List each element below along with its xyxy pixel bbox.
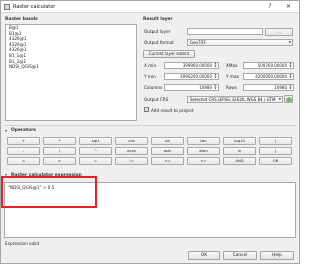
op-greater-equal-button[interactable]: >= — [187, 157, 220, 165]
op-sqrt-button[interactable]: sqrt — [79, 137, 112, 145]
columns-value: 10980 — [199, 84, 212, 90]
output-layer-label: Output layer — [144, 29, 171, 34]
op-equal-button[interactable]: = — [79, 157, 112, 165]
op-less-button[interactable]: < — [7, 157, 40, 165]
title-bar: Raster calculator ? ✕ — [1, 1, 299, 13]
highlight-annotation — [1, 176, 97, 208]
globe-icon — [285, 96, 292, 102]
list-item[interactable]: NDSI_QGIS@1 — [6, 64, 136, 70]
close-button[interactable]: ✕ — [280, 2, 297, 11]
separator — [4, 125, 296, 126]
op-close-paren-button[interactable]: ) — [259, 147, 292, 155]
op-open-paren-button[interactable]: ( — [259, 137, 292, 145]
output-crs-select[interactable]: Selected CRS (EPSG:32630, WGS 84 / UTM ▼ — [187, 95, 283, 103]
operators-title: Operators — [11, 128, 36, 133]
add-result-label: Add result to project — [151, 107, 194, 113]
chevron-down-icon: ▼ — [288, 39, 291, 44]
op-atan-button[interactable]: atan — [187, 147, 220, 155]
op-log10-button[interactable]: log10 — [223, 137, 256, 145]
op-minus-button[interactable]: - — [7, 147, 40, 155]
op-not-equal-button[interactable]: != — [115, 157, 148, 165]
ymin-label: Y min — [144, 74, 156, 79]
output-crs-value: Selected CRS (EPSG:32630, WGS 84 / UTM — [190, 96, 276, 102]
raster-calculator-window: Raster calculator ? ✕ Raster bands B@1 B… — [0, 0, 300, 264]
browse-button[interactable]: ... — [265, 27, 293, 36]
op-ln-button[interactable]: ln — [223, 147, 256, 155]
op-sin-button[interactable]: sin — [151, 137, 184, 145]
expression-status: Expression valid — [5, 241, 40, 246]
op-greater-button[interactable]: > — [43, 157, 76, 165]
collapse-icon[interactable]: ▾ — [5, 128, 7, 133]
cancel-button[interactable]: Cancel — [223, 251, 257, 260]
crs-select-button[interactable] — [284, 95, 293, 103]
spinner-icon[interactable]: ▲ ▼ — [214, 74, 218, 79]
rows-field[interactable]: 10980 ▲ ▼ — [243, 83, 294, 91]
xmax-value: 509760.00000 — [257, 62, 287, 68]
output-format-select[interactable]: GeoTIFF ▼ — [187, 38, 293, 46]
raster-bands-list[interactable]: B@1 B1@1 4326@1 4326@1 4326@1 B1_1@1 B1_… — [5, 24, 137, 121]
ymax-label: Y max — [226, 74, 240, 79]
op-less-equal-button[interactable]: <= — [151, 157, 184, 165]
raster-bands-title: Raster bands — [5, 17, 38, 22]
columns-label: Columns — [144, 85, 163, 90]
op-cos-button[interactable]: cos — [115, 137, 148, 145]
current-layer-extent-button[interactable]: Current layer extent — [143, 50, 195, 58]
spinner-icon[interactable]: ▲ ▼ — [214, 63, 218, 68]
spinner-icon[interactable]: ▲ ▼ — [289, 85, 293, 90]
op-asin-button[interactable]: asin — [151, 147, 184, 155]
help-button[interactable]: Help — [260, 251, 294, 260]
add-result-checkbox[interactable]: ✓ — [144, 107, 149, 112]
xmin-label: X min — [144, 63, 157, 68]
op-multiply-button[interactable]: * — [43, 137, 76, 145]
ymin-field[interactable]: 4090200.00000 ▲ ▼ — [164, 72, 219, 80]
xmin-value: 399960.00000 — [182, 62, 212, 68]
op-tan-button[interactable]: tan — [187, 137, 220, 145]
rows-label: Rows — [226, 85, 237, 90]
chevron-down-icon: ▼ — [278, 96, 281, 101]
ymin-value: 4090200.00000 — [180, 73, 212, 79]
rows-value: 10980 — [274, 84, 287, 90]
columns-field[interactable]: 10980 ▲ ▼ — [164, 83, 219, 91]
spinner-icon[interactable]: ▲ ▼ — [289, 63, 293, 68]
op-plus-button[interactable]: + — [7, 137, 40, 145]
result-layer-title: Result layer — [143, 17, 173, 22]
ymax-value: 4200000.00000 — [255, 73, 287, 79]
op-and-button[interactable]: AND — [223, 157, 256, 165]
ok-button[interactable]: OK — [188, 251, 220, 260]
output-crs-label: Output CRS — [144, 97, 169, 102]
op-power-button[interactable]: ^ — [79, 147, 112, 155]
output-layer-field[interactable] — [187, 28, 263, 35]
output-format-label: Output format — [144, 40, 174, 45]
spinner-icon[interactable]: ▲ ▼ — [289, 74, 293, 79]
xmax-field[interactable]: 509760.00000 ▲ ▼ — [243, 61, 294, 69]
ymax-field[interactable]: 4200000.00000 ▲ ▼ — [243, 72, 294, 80]
window-title: Raster calculator — [13, 4, 56, 10]
help-title-button[interactable]: ? — [263, 2, 277, 11]
op-acos-button[interactable]: acos — [115, 147, 148, 155]
app-icon — [4, 4, 10, 10]
op-divide-button[interactable]: / — [43, 147, 76, 155]
op-or-button[interactable]: OR — [259, 157, 292, 165]
xmax-label: XMax — [226, 63, 238, 68]
xmin-field[interactable]: 399960.00000 ▲ ▼ — [164, 61, 219, 69]
output-format-value: GeoTIFF — [190, 39, 207, 45]
spinner-icon[interactable]: ▲ ▼ — [214, 85, 218, 90]
